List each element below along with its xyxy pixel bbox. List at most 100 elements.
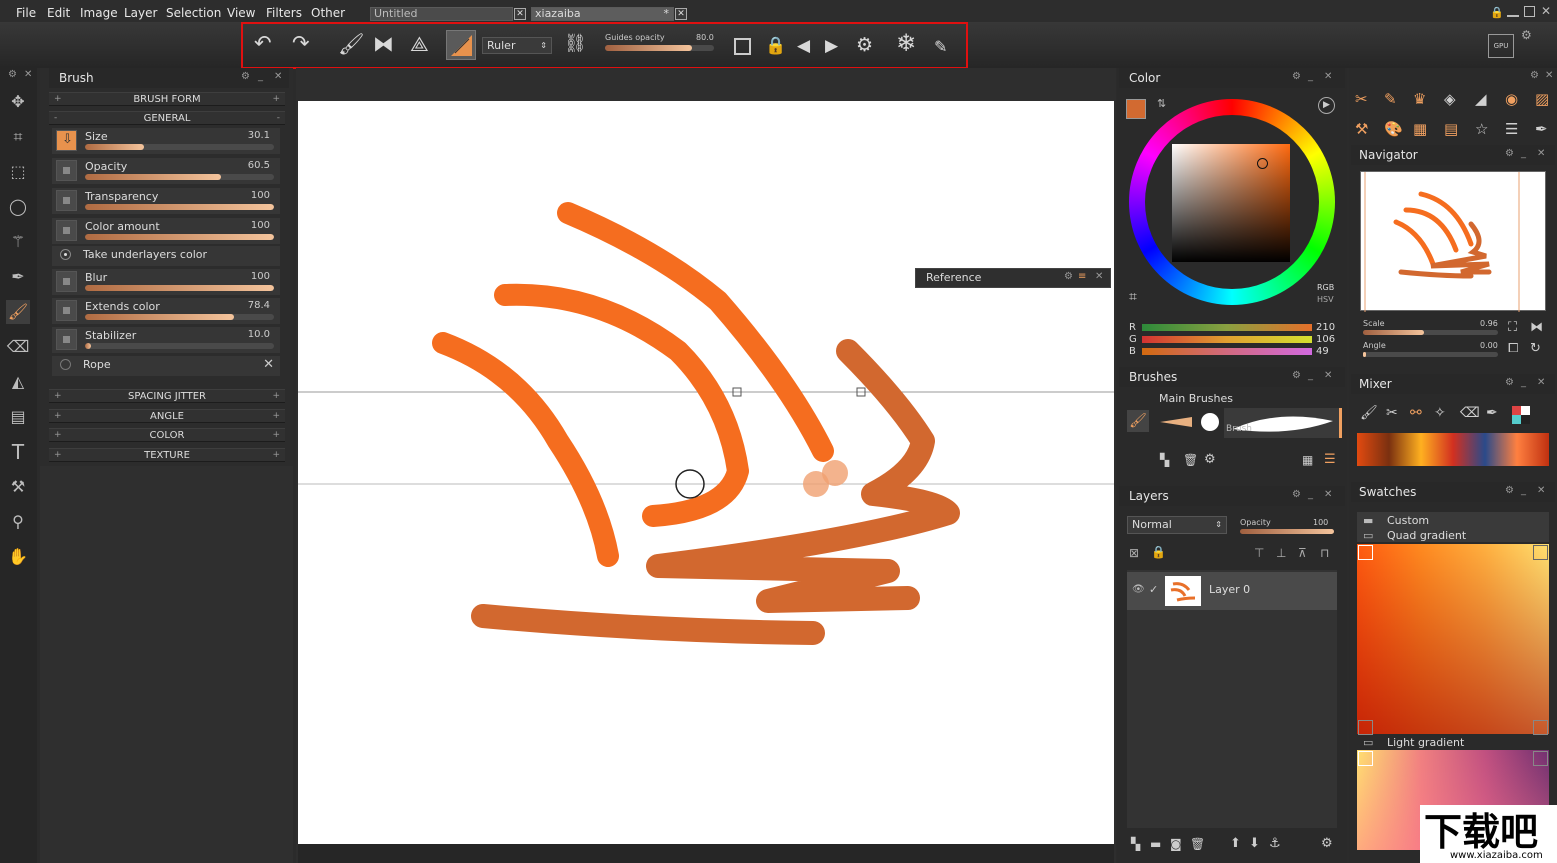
swatches-minimize-icon[interactable]: _: [1521, 485, 1526, 496]
close-tab-untitled-icon[interactable]: ✕: [514, 8, 526, 20]
mixer-close-icon[interactable]: ✕: [1537, 377, 1545, 388]
crown-icon[interactable]: ♛: [1413, 90, 1426, 108]
settings-gear-icon[interactable]: ⚙: [856, 34, 873, 56]
channel-g-slider[interactable]: [1142, 336, 1312, 343]
param-slider[interactable]: [85, 144, 274, 150]
mixer-brush-icon[interactable]: 🖌: [1360, 405, 1378, 421]
mixer-canvas[interactable]: [1357, 433, 1549, 466]
swatches-settings-icon[interactable]: ⚙: [1505, 485, 1514, 496]
selected-brush-preset[interactable]: Brush: [1224, 408, 1342, 438]
magic-wand-icon[interactable]: ⚚: [6, 230, 30, 254]
primary-color-swatch[interactable]: [1126, 99, 1146, 119]
menu-image[interactable]: Image: [80, 6, 118, 20]
gpu-icon[interactable]: GPU: [1488, 34, 1514, 58]
color-settings-icon[interactable]: ⚙: [1292, 71, 1301, 82]
param-slider[interactable]: [85, 343, 274, 349]
section-angle[interactable]: + ANGLE +: [49, 409, 285, 423]
zoom-icon[interactable]: ⚲: [6, 510, 30, 534]
reference-menu-icon[interactable]: ≡: [1078, 271, 1086, 282]
layers-stack-icon[interactable]: ◈: [1444, 90, 1456, 108]
brush-tool-icon[interactable]: 🖌: [338, 33, 365, 55]
align-top-icon[interactable]: ⊤: [1254, 546, 1264, 560]
param-slider[interactable]: [85, 314, 274, 320]
menu-edit[interactable]: Edit: [47, 6, 70, 20]
merge-down-icon[interactable]: ⚓: [1269, 836, 1281, 851]
actual-size-icon[interactable]: ⧠: [1508, 341, 1518, 356]
align-middle-icon[interactable]: ⊥: [1276, 546, 1286, 560]
mixer-spray-icon[interactable]: ✧: [1434, 405, 1446, 421]
menu-view[interactable]: View: [227, 6, 255, 20]
maximize-window-button[interactable]: [1524, 6, 1535, 17]
star-icon[interactable]: ☆: [1475, 120, 1488, 138]
param-color-amount[interactable]: Color amount 100: [52, 218, 280, 244]
layer-frame-icon[interactable]: ⊓: [1320, 546, 1329, 560]
pin-icon[interactable]: ✎: [934, 36, 947, 58]
brush-tool-side-icon[interactable]: 🖌: [6, 300, 30, 324]
ruler-type-select[interactable]: Ruler ⇕: [482, 37, 552, 54]
swatches-close-icon[interactable]: ✕: [1537, 485, 1545, 496]
color-minimize-icon[interactable]: _: [1308, 71, 1313, 82]
delete-layer-icon[interactable]: 🗑: [1190, 837, 1205, 851]
section-spacing-jitter[interactable]: + SPACING JITTER +: [49, 389, 285, 403]
lock-icon[interactable]: 🔒: [765, 35, 786, 57]
brush-settings-icon[interactable]: ⚙: [1204, 452, 1216, 467]
layer-opacity-slider[interactable]: [1240, 529, 1334, 534]
mixer-blend-icon[interactable]: ⚯: [1410, 405, 1422, 421]
panel-minimize-icon[interactable]: _: [258, 71, 263, 82]
mixer-knife-icon[interactable]: ✂: [1386, 405, 1398, 421]
tools-close-icon[interactable]: ✕: [1545, 70, 1553, 81]
document-tab-untitled[interactable]: Untitled: [370, 7, 513, 21]
radio-checked-icon[interactable]: [60, 249, 71, 260]
eraser-icon[interactable]: ⌫: [6, 335, 30, 359]
take-underlayers-option[interactable]: Take underlayers color: [52, 246, 280, 266]
perspective-icon[interactable]: ⟁: [410, 33, 429, 55]
param-toggle[interactable]: [56, 220, 77, 241]
navigator-close-icon[interactable]: ✕: [1537, 148, 1545, 159]
menu-other[interactable]: Other: [311, 6, 345, 20]
tools-settings-icon[interactable]: ⚙: [1530, 70, 1539, 81]
toolstrip-close-icon[interactable]: ✕: [24, 69, 32, 80]
brush-presets-icon[interactable]: ✎: [1384, 90, 1397, 108]
align-bottom-icon[interactable]: ⊼: [1298, 546, 1307, 560]
new-layer-icon[interactable]: ▚: [1131, 837, 1140, 851]
visibility-eye-icon[interactable]: 👁: [1132, 584, 1145, 595]
param-toggle[interactable]: [56, 329, 77, 350]
param-stabilizer[interactable]: Stabilizer 10.0: [52, 327, 280, 353]
angle-slider[interactable]: [1363, 352, 1498, 357]
channel-r-slider[interactable]: [1142, 324, 1312, 331]
snowflake-icon[interactable]: ❄: [896, 31, 916, 55]
paint-roller-icon[interactable]: ⚒: [6, 475, 30, 499]
blend-mode-select[interactable]: Normal ⇕: [1127, 516, 1227, 534]
list-icon[interactable]: ☰: [1505, 120, 1518, 138]
param-size[interactable]: ⇩ Size 30.1: [52, 128, 280, 154]
param-toggle[interactable]: [56, 271, 77, 292]
param-blur[interactable]: Blur 100: [52, 269, 280, 295]
rect-select-icon[interactable]: ⬚: [6, 160, 30, 184]
saturation-value-square[interactable]: [1172, 144, 1290, 262]
param-toggle[interactable]: [56, 300, 77, 321]
swatch-group-quad-gradient[interactable]: Quad gradient: [1387, 529, 1466, 542]
fill-bucket-icon[interactable]: ◭: [6, 370, 30, 394]
palette-icon[interactable]: 🎨: [1384, 120, 1403, 138]
document-tab-xiazaiba[interactable]: xiazaiba *: [531, 7, 674, 21]
layer-settings-icon[interactable]: ⚙: [1321, 836, 1333, 851]
param-transparency[interactable]: Transparency 100: [52, 188, 280, 214]
round-brush-preset[interactable]: [1201, 413, 1219, 431]
text-tool-icon[interactable]: T: [6, 440, 30, 464]
mixer-eraser-icon[interactable]: ⌫: [1460, 405, 1480, 421]
paintbrush-icon[interactable]: 🖌: [1127, 410, 1149, 432]
rope-option[interactable]: Rope ✕: [52, 356, 280, 376]
mixer-settings-icon[interactable]: ⚙: [1505, 377, 1514, 388]
quad-gradient-swatches[interactable]: [1357, 544, 1549, 734]
swatch-group-light-gradient[interactable]: Light gradient: [1387, 736, 1464, 749]
flip-view-icon[interactable]: ⧓: [1530, 320, 1543, 335]
reset-rotation-icon[interactable]: ↻: [1530, 341, 1541, 356]
move-up-icon[interactable]: ⬆: [1230, 836, 1241, 851]
frame-icon[interactable]: [734, 38, 751, 55]
pencil-brush-preset[interactable]: [1158, 413, 1194, 431]
size-pressure-icon[interactable]: ⇩: [56, 130, 77, 151]
mixer-minimize-icon[interactable]: _: [1521, 377, 1526, 388]
section-color[interactable]: + COLOR +: [49, 428, 285, 442]
lock-transparency-icon[interactable]: ⊠: [1129, 546, 1139, 560]
param-extends-color[interactable]: Extends color 78.4: [52, 298, 280, 324]
